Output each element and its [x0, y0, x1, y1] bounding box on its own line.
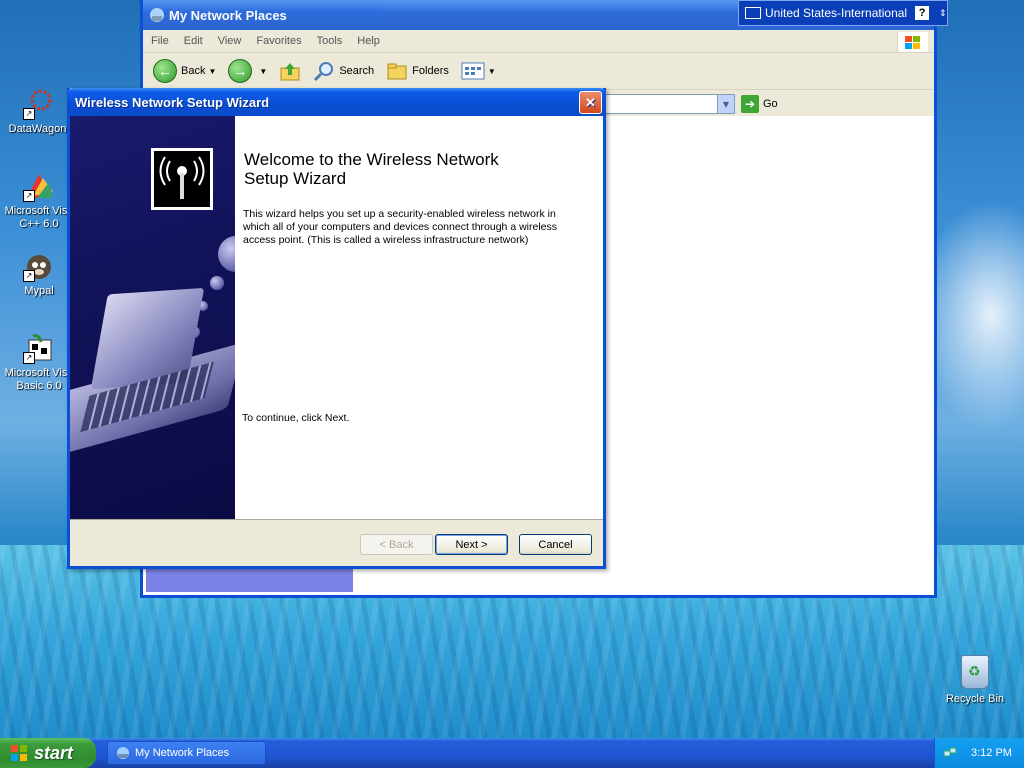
- menu-file[interactable]: File: [151, 35, 169, 47]
- back-button[interactable]: ← Back ▼: [153, 59, 216, 83]
- back-label: Back: [181, 65, 206, 77]
- go-arrow-icon: ➔: [741, 95, 759, 113]
- address-dropdown-icon[interactable]: ▼: [717, 95, 734, 113]
- windows-logo-icon: [10, 744, 28, 762]
- wizard-body: Welcome to the Wireless Network Setup Wi…: [70, 116, 603, 519]
- up-folder-icon: [280, 63, 300, 81]
- desktop-icon-recycle-bin[interactable]: Recycle Bin: [940, 655, 1010, 705]
- menu-help[interactable]: Help: [357, 35, 380, 47]
- network-places-icon: [149, 7, 165, 23]
- language-label: United States-International: [765, 6, 908, 20]
- bubble-decoration: [210, 276, 224, 290]
- up-folder-button[interactable]: [279, 60, 301, 82]
- wizard-title: Wireless Network Setup Wizard: [75, 94, 270, 110]
- recycle-bin-label: Recycle Bin: [945, 693, 1005, 705]
- language-bar[interactable]: United States-International ? ⇕: [738, 0, 948, 26]
- folders-button[interactable]: Folders: [386, 61, 449, 81]
- menu-tools[interactable]: Tools: [317, 35, 343, 47]
- chevron-down-icon: ▼: [208, 66, 217, 76]
- system-tray: 3:12 PM: [934, 738, 1024, 768]
- wizard-content: Welcome to the Wireless Network Setup Wi…: [235, 116, 603, 519]
- mypal-icon: ↗: [23, 250, 55, 282]
- wireless-antenna-icon: [151, 148, 213, 210]
- taskbar: start My Network Places 3:12 PM: [0, 738, 1024, 768]
- visual-basic-icon: ↗: [23, 332, 55, 364]
- search-button[interactable]: Search: [313, 60, 374, 82]
- clock[interactable]: 3:12 PM: [971, 747, 1012, 759]
- datawagon-icon: ↗: [23, 88, 55, 120]
- help-icon[interactable]: ?: [915, 6, 930, 20]
- wireless-wizard-dialog: Wireless Network Setup Wizard ✕ Welcome …: [67, 88, 606, 569]
- taskbar-item-label: My Network Places: [135, 747, 230, 759]
- menu-favorites[interactable]: Favorites: [256, 35, 301, 47]
- forward-button[interactable]: → ▼: [228, 59, 267, 83]
- search-label: Search: [339, 65, 375, 77]
- wizard-continue-text: To continue, click Next.: [242, 412, 350, 424]
- keyboard-icon: [745, 7, 761, 19]
- search-icon: [314, 62, 334, 82]
- windows-flag-icon: [897, 32, 928, 52]
- taskbar-item-my-network-places[interactable]: My Network Places: [107, 741, 266, 765]
- bubble-decoration: [218, 236, 235, 272]
- wizard-button-row: < Back Next > Cancel: [70, 520, 603, 569]
- recycle-bin-icon: [961, 655, 989, 689]
- close-icon: ✕: [585, 94, 596, 110]
- back-button[interactable]: < Back: [360, 534, 433, 555]
- network-places-icon: [116, 746, 130, 760]
- wizard-side-banner: [70, 116, 235, 519]
- folders-label: Folders: [412, 65, 449, 77]
- explorer-menu-bar: File Edit View Favorites Tools Help: [143, 30, 934, 53]
- chevron-down-icon: ▼: [487, 66, 496, 76]
- language-options-icon[interactable]: ⇕: [939, 8, 947, 19]
- start-label: start: [34, 742, 74, 763]
- go-button[interactable]: ➔ Go: [741, 95, 778, 113]
- views-icon: [461, 62, 485, 80]
- visual-cpp-icon: ↗: [23, 170, 55, 202]
- go-label: Go: [763, 98, 778, 110]
- folders-icon: [387, 63, 407, 80]
- shortcut-arrow-icon: ↗: [23, 352, 35, 364]
- forward-arrow-icon: →: [228, 59, 253, 83]
- explorer-title: My Network Places: [169, 7, 287, 23]
- wizard-description: This wizard helps you set up a security-…: [243, 208, 557, 246]
- back-arrow-icon: ←: [153, 59, 177, 83]
- menu-edit[interactable]: Edit: [184, 35, 203, 47]
- shortcut-arrow-icon: ↗: [23, 190, 35, 202]
- chevron-down-icon: ▼: [259, 66, 268, 76]
- views-button[interactable]: ▼: [461, 62, 496, 80]
- shortcut-arrow-icon: ↗: [23, 270, 35, 282]
- explorer-toolbar: ← Back ▼ → ▼ Search Folders ▼: [143, 53, 934, 90]
- close-button[interactable]: ✕: [579, 91, 602, 114]
- wizard-heading: Welcome to the Wireless Network Setup Wi…: [244, 150, 499, 188]
- cancel-button[interactable]: Cancel: [519, 534, 592, 555]
- wizard-title-bar[interactable]: Wireless Network Setup Wizard ✕: [67, 88, 606, 116]
- next-button[interactable]: Next >: [435, 534, 508, 555]
- menu-view[interactable]: View: [218, 35, 242, 47]
- shortcut-arrow-icon: ↗: [23, 108, 35, 120]
- network-tray-icon[interactable]: [943, 746, 957, 760]
- start-button[interactable]: start: [0, 738, 96, 768]
